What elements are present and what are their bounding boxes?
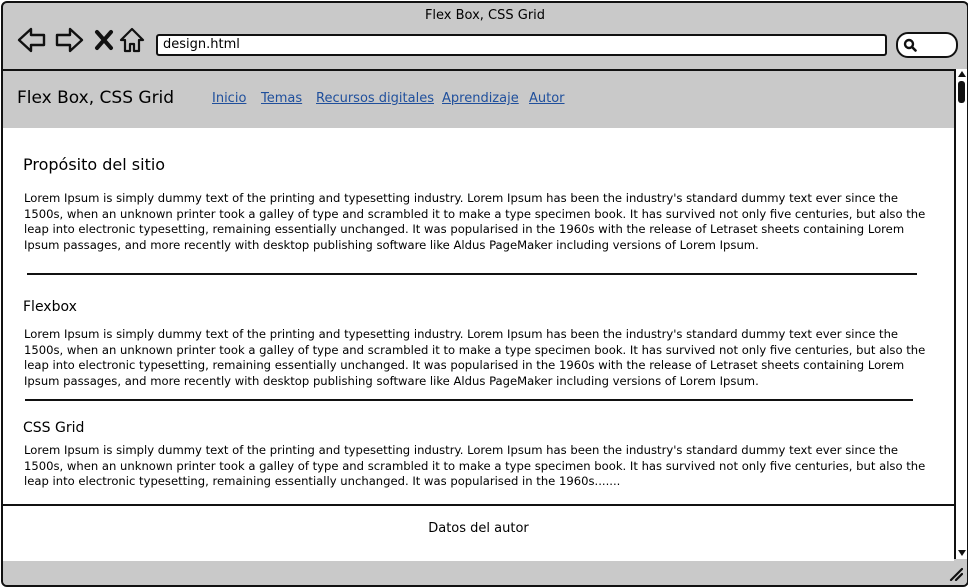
home-icon[interactable] <box>119 27 145 57</box>
section-heading-flexbox: Flexbox <box>23 299 77 315</box>
main-content: Propósito del sitio Lorem Ipsum is simpl… <box>3 128 954 504</box>
site-title: Flex Box, CSS Grid <box>17 88 175 108</box>
section-heading-proposito: Propósito del sitio <box>23 155 166 174</box>
nav-link-autor[interactable]: Autor <box>529 91 565 106</box>
nav-link-inicio[interactable]: Inicio <box>212 91 246 106</box>
nav-link-temas[interactable]: Temas <box>261 91 302 106</box>
status-bar <box>3 561 967 585</box>
nav-link-recursos-digitales[interactable]: Recursos digitales <box>316 91 434 106</box>
section-text-proposito: Lorem Ipsum is simply dummy text of the … <box>24 191 926 252</box>
window-title: Flex Box, CSS Grid <box>424 8 546 23</box>
scroll-down-icon[interactable] <box>957 549 967 557</box>
footer-text: Datos del autor <box>428 521 529 536</box>
browser-window: Flex Box, CSS Grid design.html Flex Box,… <box>1 1 968 587</box>
address-bar[interactable]: design.html <box>156 34 887 56</box>
search-box[interactable] <box>896 32 958 58</box>
divider <box>27 273 917 275</box>
search-icon <box>903 38 917 52</box>
arrow-right-icon[interactable] <box>54 27 84 57</box>
close-icon[interactable] <box>93 27 115 57</box>
scroll-thumb[interactable] <box>958 81 965 103</box>
nav-link-aprendizaje[interactable]: Aprendizaje <box>442 91 519 106</box>
divider <box>25 399 913 401</box>
arrow-left-icon[interactable] <box>17 27 47 57</box>
vertical-scrollbar[interactable] <box>954 69 967 559</box>
site-footer: Datos del autor <box>3 504 954 563</box>
section-heading-css-grid: CSS Grid <box>23 420 85 436</box>
section-text-flexbox: Lorem Ipsum is simply dummy text of the … <box>24 327 926 388</box>
section-text-css-grid: Lorem Ipsum is simply dummy text of the … <box>24 443 926 489</box>
scroll-up-icon[interactable] <box>957 70 967 78</box>
resize-grip-icon[interactable] <box>949 567 963 581</box>
site-header: Flex Box, CSS Grid Inicio Temas Recursos… <box>3 69 954 130</box>
